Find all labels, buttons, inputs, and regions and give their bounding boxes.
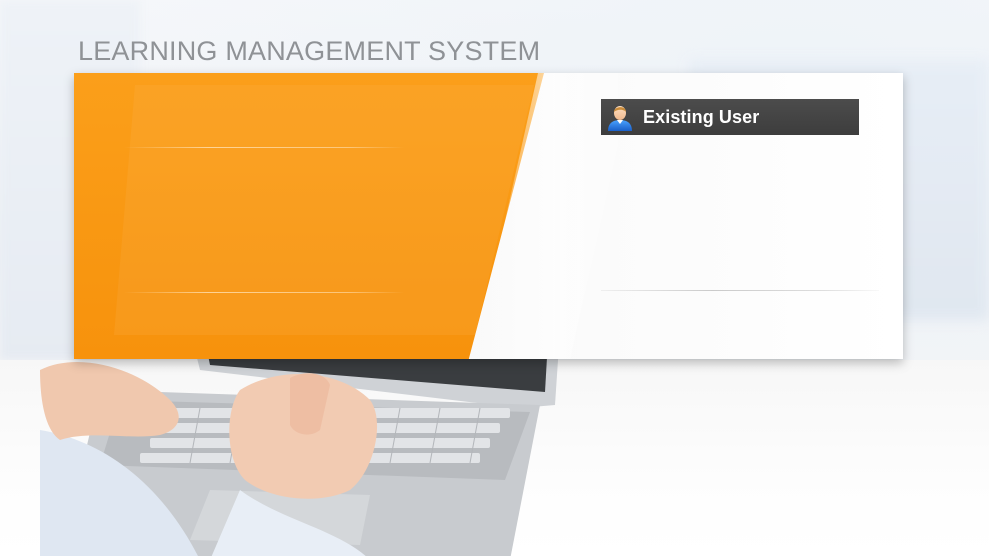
orange-inner-panel <box>114 85 534 335</box>
page-title: LEARNING MANAGEMENT SYSTEM <box>78 36 541 66</box>
orange-banner-panel <box>74 73 544 359</box>
orange-divider-bottom <box>124 292 404 293</box>
login-card: Existing User <box>74 73 903 359</box>
existing-user-tab[interactable]: Existing User <box>601 99 859 135</box>
laptop-illustration <box>40 330 560 556</box>
orange-divider-top <box>124 147 404 148</box>
login-screen: LEARNING MANAGEMENT SYSTEM Existing User <box>0 0 989 556</box>
login-divider <box>601 290 879 291</box>
user-avatar-icon <box>606 103 634 131</box>
existing-user-label: Existing User <box>643 106 760 127</box>
